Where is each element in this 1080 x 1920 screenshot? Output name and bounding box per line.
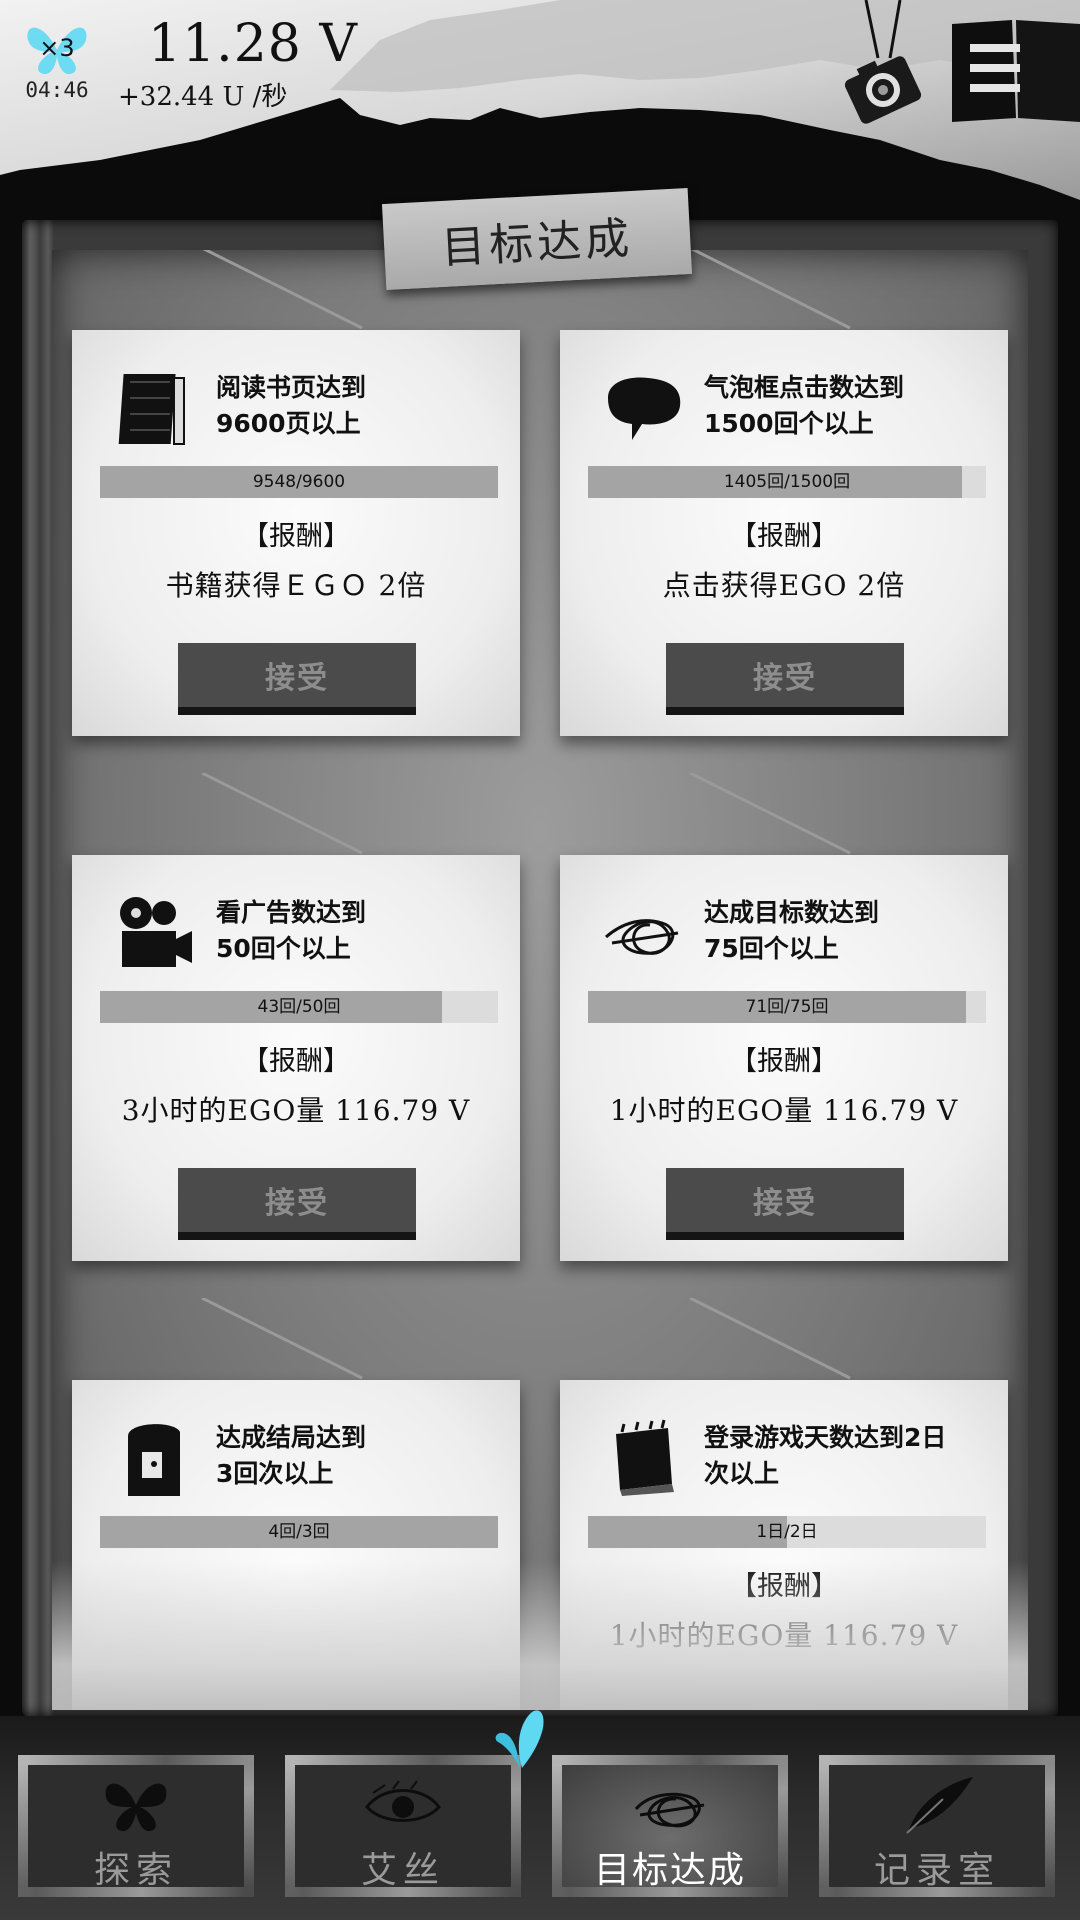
goal-line-1: 气泡框点击数达到: [704, 373, 905, 402]
scribble-icon: [634, 1792, 705, 1828]
goal-line-2: 3回次以上: [216, 1459, 334, 1488]
timer-text: 04:46: [25, 78, 89, 102]
butterfly-multiplier[interactable]: ×3: [22, 20, 92, 80]
progress-bar: 71回/75回: [588, 991, 986, 1023]
progress-text: 1405回/1500回: [723, 472, 851, 492]
feather-quill-icon: [906, 1777, 973, 1834]
reward-label: 【报酬】: [242, 521, 350, 552]
nav-record-room[interactable]: 记录室: [819, 1755, 1055, 1897]
calendar-icon: [616, 1419, 674, 1496]
book-stack-icon: [118, 374, 185, 445]
energy-rate: +32.44 U /秒: [118, 82, 288, 112]
nav-explore[interactable]: 探索: [18, 1755, 254, 1897]
accept-button[interactable]: 接受: [178, 643, 416, 715]
goal-line-2: 次以上: [704, 1459, 780, 1488]
menu-icon: [952, 20, 1080, 122]
butterfly-icon: [105, 1783, 167, 1832]
accept-button[interactable]: 接受: [666, 643, 904, 715]
achievement-card-bubble-taps: 气泡框点击数达到 1500回个以上 1405回/1500回 【报酬】 点击获得E…: [560, 250, 1008, 736]
progress-bar: 4回/3回: [100, 1516, 498, 1548]
speech-bubble-icon: [608, 377, 681, 440]
pin-string: [202, 250, 363, 330]
goal-line-1: 阅读书页达到: [216, 373, 367, 402]
film-projector-icon: [120, 897, 192, 967]
reward-text: 书籍获得ＥＧＯ 2倍: [165, 569, 427, 602]
energy-total: 11.28 V: [148, 14, 358, 74]
achievement-card-read-pages: 阅读书页达到 9600页以上 9548/9600 【报酬】 书籍获得ＥＧＯ 2倍…: [72, 250, 520, 736]
achievements-board: 阅读书页达到 9600页以上 9548/9600 【报酬】 书籍获得ＥＧＯ 2倍…: [52, 250, 1028, 1710]
goal-line-1: 达成目标数达到: [704, 898, 880, 927]
achievement-card-login-days: 登录游戏天数达到2日 次以上 1日/2日 【报酬】 1小时的EGO量 116.7…: [560, 1298, 1008, 1710]
nav-ai-si[interactable]: 艾丝: [285, 1755, 521, 1897]
goal-line-2: 9600页以上: [216, 409, 361, 438]
nav-label: 记录室: [873, 1850, 1000, 1891]
reward-label: 【报酬】: [730, 1046, 838, 1077]
achievement-card-goals-done: 达成目标数达到 75回个以上 71回/75回 【报酬】 1小时的EGO量 116…: [560, 773, 1008, 1261]
progress-bar: 9548/9600: [100, 466, 498, 498]
nav-label: 目标达成: [593, 1850, 746, 1891]
multiplier-text: ×3: [39, 34, 75, 62]
goal-text: 达成目标数达到 75回个以上: [704, 895, 1004, 967]
progress-text: 4回/3回: [268, 1522, 330, 1542]
pin-string: [689, 1298, 851, 1380]
goal-text: 达成结局达到 3回次以上: [216, 1420, 516, 1492]
butterfly-marker-icon: [495, 1710, 544, 1768]
goal-line-2: 50回个以上: [216, 934, 351, 963]
progress-bar: 1日/2日: [588, 1516, 986, 1548]
pin-string: [689, 773, 851, 855]
progress-text: 1日/2日: [756, 1522, 818, 1542]
goal-line-1: 看广告数达到: [216, 898, 367, 927]
accept-button[interactable]: 接受: [178, 1168, 416, 1240]
progress-text: 43回/50回: [257, 997, 341, 1017]
door-icon: [128, 1424, 180, 1496]
reward-text: 点击获得EGO 2倍: [662, 569, 906, 602]
goal-text: 阅读书页达到 9600页以上: [216, 370, 516, 442]
pin-string: [201, 1298, 363, 1380]
achievement-card-endings: 达成结局达到 3回次以上 4回/3回: [72, 1298, 520, 1710]
achievement-card-watch-ads: 看广告数达到 50回个以上 43回/50回 【报酬】 3小时的EGO量 116.…: [72, 773, 520, 1261]
goal-line-2: 1500回个以上: [704, 409, 874, 438]
nav-achievements[interactable]: 目标达成: [552, 1755, 788, 1897]
progress-text: 9548/9600: [252, 472, 346, 492]
progress-text: 71回/75回: [745, 997, 829, 1017]
pin-string: [690, 250, 851, 330]
reward-text: 1小时的EGO量 116.79 V: [609, 1094, 959, 1127]
goal-line-1: 登录游戏天数达到2日: [704, 1423, 947, 1452]
nav-label: 探索: [93, 1850, 178, 1891]
reward-label: 【报酬】: [242, 1046, 350, 1077]
page-title: 目标达成: [440, 213, 635, 274]
reward-label: 【报酬】: [730, 1571, 838, 1602]
eye-icon: [365, 1780, 441, 1822]
reward-text: 1小时的EGO量 116.79 V: [609, 1619, 959, 1652]
progress-bar: 43回/50回: [100, 991, 498, 1023]
accept-button[interactable]: 接受: [666, 1168, 904, 1240]
reward-label: 【报酬】: [730, 521, 838, 552]
scribble-goal-icon: [605, 919, 679, 955]
goal-text: 登录游戏天数达到2日 次以上: [704, 1420, 1004, 1492]
pin-string: [201, 773, 363, 855]
camera-icon[interactable]: [828, 0, 938, 130]
reward-text: 3小时的EGO量 116.79 V: [121, 1094, 471, 1127]
nav-label: 艾丝: [360, 1850, 445, 1891]
goal-text: 看广告数达到 50回个以上: [216, 895, 516, 967]
page-title-plate: 目标达成: [381, 188, 693, 290]
progress-bar: 1405回/1500回: [588, 466, 986, 498]
goal-line-2: 75回个以上: [704, 934, 839, 963]
goal-line-1: 达成结局达到: [216, 1423, 367, 1452]
goal-text: 气泡框点击数达到 1500回个以上: [704, 370, 1004, 442]
menu-book-button[interactable]: [952, 18, 1080, 122]
